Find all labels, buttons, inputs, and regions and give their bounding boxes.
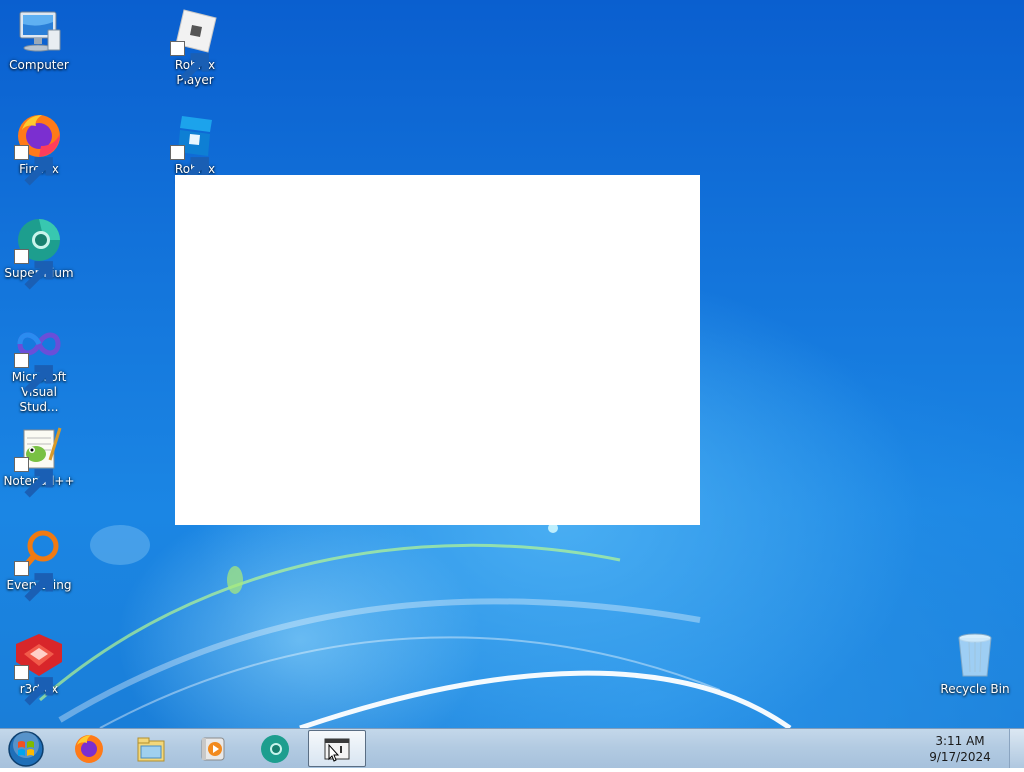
desktop-icon-everything[interactable]: Everything — [0, 528, 78, 602]
blank-window[interactable] — [175, 175, 700, 525]
taskbar: 3:11 AM 9/17/2024 — [0, 728, 1024, 768]
shortcut-arrow-icon — [14, 561, 53, 602]
desktop-icon-supermium[interactable]: Supermium — [0, 216, 78, 290]
desktop-icon-computer[interactable]: Computer — [0, 8, 78, 73]
taskbar-active-window-button[interactable] — [308, 730, 366, 767]
firefox-icon — [75, 734, 103, 763]
shortcut-arrow-icon — [14, 145, 53, 186]
windows-logo-icon — [8, 731, 44, 767]
supermium-icon — [14, 216, 64, 290]
shortcut-arrow-icon — [14, 665, 53, 706]
visual-studio-icon — [14, 320, 64, 394]
start-button[interactable] — [6, 730, 46, 768]
shortcut-arrow-icon — [14, 353, 53, 394]
roblox-studio-icon — [170, 112, 220, 186]
firefox-icon — [14, 112, 64, 186]
desktop-icon-roblox-player[interactable]: Roblox Player — [156, 8, 234, 88]
r3dfox-icon — [14, 632, 64, 706]
shortcut-arrow-icon — [170, 41, 209, 82]
shortcut-arrow-icon — [170, 145, 209, 186]
desktop-icon-recycle-bin[interactable]: Recycle Bin — [936, 632, 1014, 697]
shortcut-arrow-icon — [14, 457, 53, 498]
taskbar-media-player-button[interactable] — [184, 730, 242, 767]
computer-label: Computer — [9, 58, 69, 72]
desktop-icon-visual-studio[interactable]: Microsoft Visual Stud... — [0, 320, 78, 415]
everything-search-icon — [14, 528, 64, 602]
roblox-player-icon — [170, 8, 220, 82]
taskbar-supermium-button[interactable] — [246, 730, 304, 767]
computer-icon — [14, 8, 64, 56]
desktop-icon-notepadpp[interactable]: Notepad++ — [0, 424, 78, 498]
taskbar-file-explorer-button[interactable] — [122, 730, 180, 767]
system-clock[interactable]: 3:11 AM 9/17/2024 — [920, 733, 1000, 765]
media-player-icon — [201, 737, 225, 760]
notepadpp-icon — [14, 424, 64, 498]
desktop-icon-firefox[interactable]: Firefox — [0, 112, 78, 186]
window-app-icon — [324, 738, 350, 762]
show-desktop-button[interactable] — [1009, 729, 1024, 768]
desktop[interactable]: Computer Roblox Player Firefox Roblox Su… — [0, 0, 1024, 728]
recycle-bin-icon — [950, 632, 1000, 680]
taskbar-firefox-button[interactable] — [60, 730, 118, 767]
recycle-bin-label: Recycle Bin — [940, 682, 1010, 696]
file-explorer-icon — [137, 737, 165, 761]
clock-date: 9/17/2024 — [929, 750, 991, 764]
desktop-icon-r3dfox[interactable]: r3dfox — [0, 632, 78, 706]
shortcut-arrow-icon — [14, 249, 53, 290]
supermium-icon — [261, 734, 289, 763]
clock-time: 3:11 AM — [935, 734, 985, 748]
